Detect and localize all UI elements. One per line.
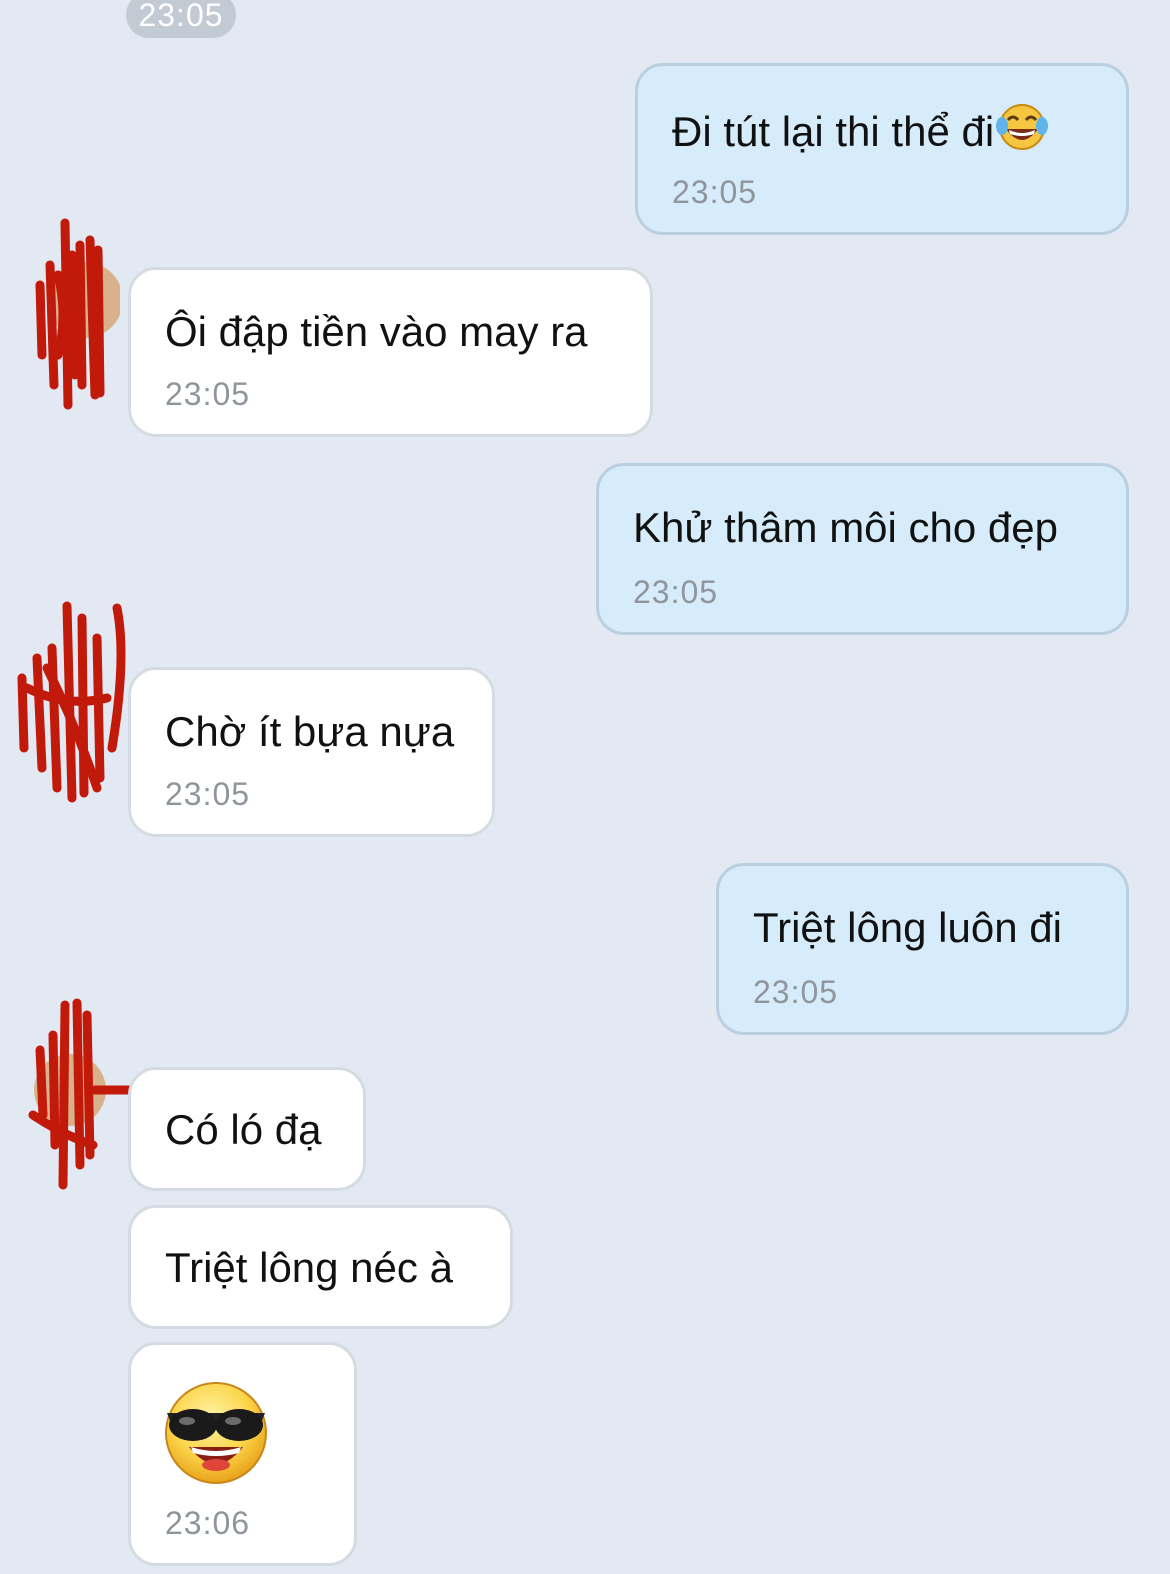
avatar[interactable] [20, 215, 123, 415]
message-time: 23:05 [753, 974, 839, 1010]
message-text: Triệt lông néc à [165, 1244, 453, 1291]
avatar[interactable] [12, 598, 126, 803]
scribble-redaction [17, 601, 126, 803]
avatar[interactable] [25, 995, 160, 1195]
sent-message-bubble[interactable]: Triệt lông luôn đi 23:05 [716, 863, 1129, 1035]
message-text: Triệt lông luôn đi [753, 904, 1062, 951]
received-emoji-bubble[interactable]: 23:06 [128, 1342, 357, 1566]
received-message-bubble[interactable]: Triệt lông néc à [128, 1205, 513, 1329]
message-text: Khử thâm môi cho đẹp [633, 504, 1059, 551]
date-time-separator: 23:05 [126, 0, 236, 38]
sent-message-bubble[interactable]: Khử thâm môi cho đẹp 23:05 [596, 463, 1129, 635]
received-message-bubble[interactable]: Ôi đập tiền vào may ra 23:05 [128, 267, 653, 437]
tears-of-joy-emoji-icon [994, 102, 1050, 162]
message-time: 23:05 [633, 574, 719, 610]
received-message-bubble[interactable]: Có ló đạ [128, 1067, 366, 1191]
message-text: Có ló đạ [165, 1106, 322, 1153]
message-text: Chờ ít bựa nựa [165, 708, 455, 755]
sent-message-bubble[interactable]: Đi tút lại thi thể đi 23:05 [635, 63, 1129, 235]
received-message-bubble[interactable]: Chờ ít bựa nựa 23:05 [128, 667, 495, 837]
message-time: 23:05 [165, 776, 251, 812]
message-time: 23:05 [165, 376, 251, 412]
scribble-redaction [35, 218, 123, 410]
sunglasses-emoji-icon [161, 1379, 271, 1492]
message-time: 23:06 [165, 1505, 251, 1541]
message-time: 23:05 [672, 174, 758, 210]
message-text: Đi tút lại thi thể đi [672, 102, 1050, 162]
message-text: Ôi đập tiền vào may ra [165, 308, 588, 355]
